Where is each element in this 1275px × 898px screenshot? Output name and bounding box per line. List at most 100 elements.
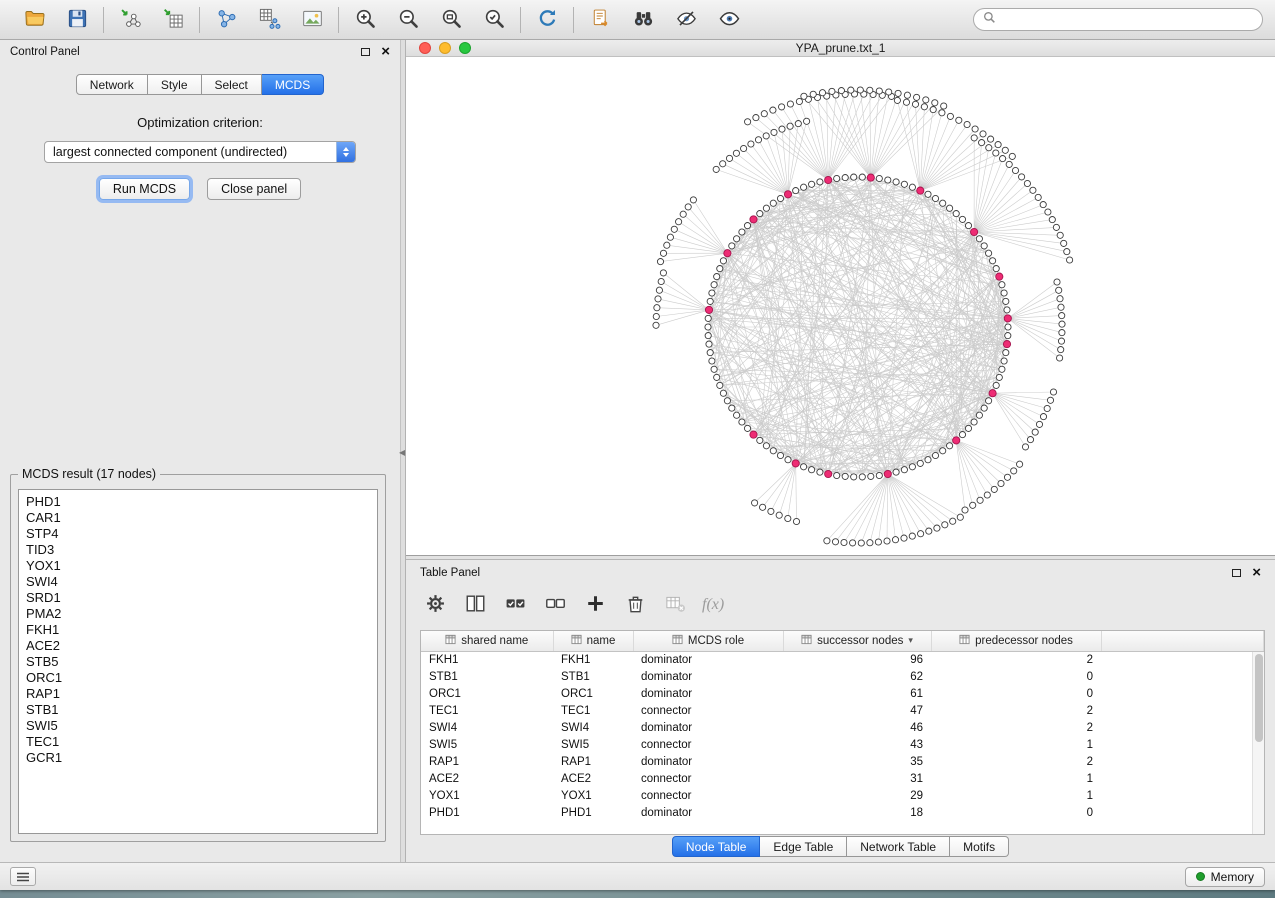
table-row[interactable]: RAP1RAP1dominator352 [421, 753, 1264, 770]
table-row[interactable]: SWI4SWI4dominator462 [421, 719, 1264, 736]
table-row[interactable]: SWI5SWI5connector431 [421, 736, 1264, 753]
result-node-item[interactable]: RAP1 [19, 686, 377, 702]
search-box[interactable] [973, 8, 1263, 31]
import-network-button[interactable] [117, 7, 143, 33]
cell-successor-nodes: 96 [783, 651, 931, 668]
network-from-table-button[interactable] [256, 7, 282, 33]
result-node-item[interactable]: SWI5 [19, 718, 377, 734]
table-panel: Table Panel × f(x) shared namenameMCDS r… [406, 560, 1275, 862]
select-all-button[interactable] [502, 592, 529, 619]
cell-name: PHD1 [553, 804, 633, 821]
application-window: Control Panel × NetworkStyleSelectMCDS O… [0, 0, 1275, 890]
result-node-item[interactable]: STP4 [19, 526, 377, 542]
close-mcds-panel-button[interactable]: Close panel [207, 178, 301, 200]
window-zoom-button[interactable] [459, 42, 471, 54]
refresh-button[interactable] [534, 7, 560, 33]
network-canvas[interactable] [406, 57, 1275, 555]
deselect-all-icon [544, 592, 567, 618]
window-close-button[interactable] [419, 42, 431, 54]
clone-network-button[interactable] [587, 7, 613, 33]
table-row[interactable]: PHD1PHD1dominator180 [421, 804, 1264, 821]
menu-list-button[interactable] [10, 867, 36, 886]
column-header-shared-name[interactable]: shared name [421, 631, 553, 651]
float-panel-icon[interactable] [361, 48, 370, 56]
column-header-mcds-role[interactable]: MCDS role [633, 631, 783, 651]
close-panel-icon[interactable]: × [381, 47, 390, 57]
result-node-item[interactable]: STB5 [19, 654, 377, 670]
collapse-arrow-icon[interactable]: ◀ [399, 448, 405, 457]
column-header-name[interactable]: name [553, 631, 633, 651]
erase-table-icon [664, 592, 687, 618]
cell-filler [1101, 787, 1264, 804]
table-tab-node-table[interactable]: Node Table [672, 836, 761, 857]
table-tab-edge-table[interactable]: Edge Table [760, 836, 847, 857]
run-mcds-button[interactable]: Run MCDS [99, 178, 190, 200]
table-tab-motifs[interactable]: Motifs [950, 836, 1009, 857]
column-header-predecessor-nodes[interactable]: predecessor nodes [931, 631, 1101, 651]
function-builder-button[interactable]: f(x) [702, 592, 724, 619]
split-columns-button[interactable] [462, 592, 489, 619]
mcds-result-list[interactable]: PHD1CAR1STP4TID3YOX1SWI4SRD1PMA2FKH1ACE2… [18, 489, 378, 834]
tab-select[interactable]: Select [202, 74, 262, 95]
import-table-button[interactable] [160, 7, 186, 33]
control-panel-title: Control Panel [10, 46, 80, 58]
table-row[interactable]: ACE2ACE2connector311 [421, 770, 1264, 787]
result-node-item[interactable]: PMA2 [19, 606, 377, 622]
zoom-fit-button[interactable] [438, 7, 464, 33]
deselect-all-button[interactable] [542, 592, 569, 619]
close-table-panel-icon[interactable]: × [1252, 568, 1261, 578]
erase-table-button[interactable] [662, 592, 689, 619]
export-image-button[interactable] [299, 7, 325, 33]
dropdown-stepper-icon [336, 141, 355, 163]
cell-predecessor-nodes: 2 [931, 753, 1101, 770]
select-all-icon [504, 592, 527, 618]
table-tab-network-table[interactable]: Network Table [847, 836, 950, 857]
network-window-title: YPA_prune.txt_1 [406, 41, 1275, 55]
delete-column-button[interactable] [622, 592, 649, 619]
show-all-button[interactable] [716, 7, 742, 33]
table-row[interactable]: TEC1TEC1connector472 [421, 702, 1264, 719]
result-node-item[interactable]: TID3 [19, 542, 377, 558]
table-settings-button[interactable] [422, 592, 449, 619]
main-toolbar-groups [8, 0, 755, 39]
cell-successor-nodes: 62 [783, 668, 931, 685]
result-node-item[interactable]: PHD1 [19, 494, 377, 510]
table-row[interactable]: FKH1FKH1dominator962 [421, 651, 1264, 668]
result-node-item[interactable]: ORC1 [19, 670, 377, 686]
table-row[interactable]: STB1STB1dominator620 [421, 668, 1264, 685]
table-row[interactable]: ORC1ORC1dominator610 [421, 685, 1264, 702]
column-header-successor-nodes[interactable]: successor nodes▾ [783, 631, 931, 651]
float-table-panel-icon[interactable] [1232, 569, 1241, 577]
network-window-titlebar[interactable]: YPA_prune.txt_1 [406, 40, 1275, 57]
result-node-item[interactable]: CAR1 [19, 510, 377, 526]
result-node-item[interactable]: SWI4 [19, 574, 377, 590]
search-network-button[interactable] [630, 7, 656, 33]
zoom-in-button[interactable] [352, 7, 378, 33]
table-row[interactable]: YOX1YOX1connector291 [421, 787, 1264, 804]
open-folder-button[interactable] [21, 7, 47, 33]
result-node-item[interactable]: YOX1 [19, 558, 377, 574]
result-node-item[interactable]: FKH1 [19, 622, 377, 638]
window-minimize-button[interactable] [439, 42, 451, 54]
node-table: shared namenameMCDS rolesuccessor nodes▾… [420, 630, 1265, 835]
new-network-button[interactable] [213, 7, 239, 33]
result-node-item[interactable]: ACE2 [19, 638, 377, 654]
memory-button[interactable]: Memory [1185, 867, 1265, 887]
search-input[interactable] [1001, 13, 1253, 27]
tab-style[interactable]: Style [148, 74, 202, 95]
save-button[interactable] [64, 7, 90, 33]
table-scrollbar[interactable] [1252, 652, 1264, 834]
criterion-dropdown[interactable]: largest connected component (undirected) [44, 141, 356, 163]
result-node-item[interactable]: SRD1 [19, 590, 377, 606]
tab-network[interactable]: Network [76, 74, 148, 95]
scrollbar-thumb[interactable] [1255, 654, 1263, 742]
result-node-item[interactable]: STB1 [19, 702, 377, 718]
hide-selected-button[interactable] [673, 7, 699, 33]
result-node-item[interactable]: TEC1 [19, 734, 377, 750]
mcds-result-title: MCDS result (17 nodes) [18, 467, 160, 481]
zoom-selected-button[interactable] [481, 7, 507, 33]
result-node-item[interactable]: GCR1 [19, 750, 377, 766]
tab-mcds[interactable]: MCDS [262, 74, 324, 95]
add-column-button[interactable] [582, 592, 609, 619]
zoom-out-button[interactable] [395, 7, 421, 33]
